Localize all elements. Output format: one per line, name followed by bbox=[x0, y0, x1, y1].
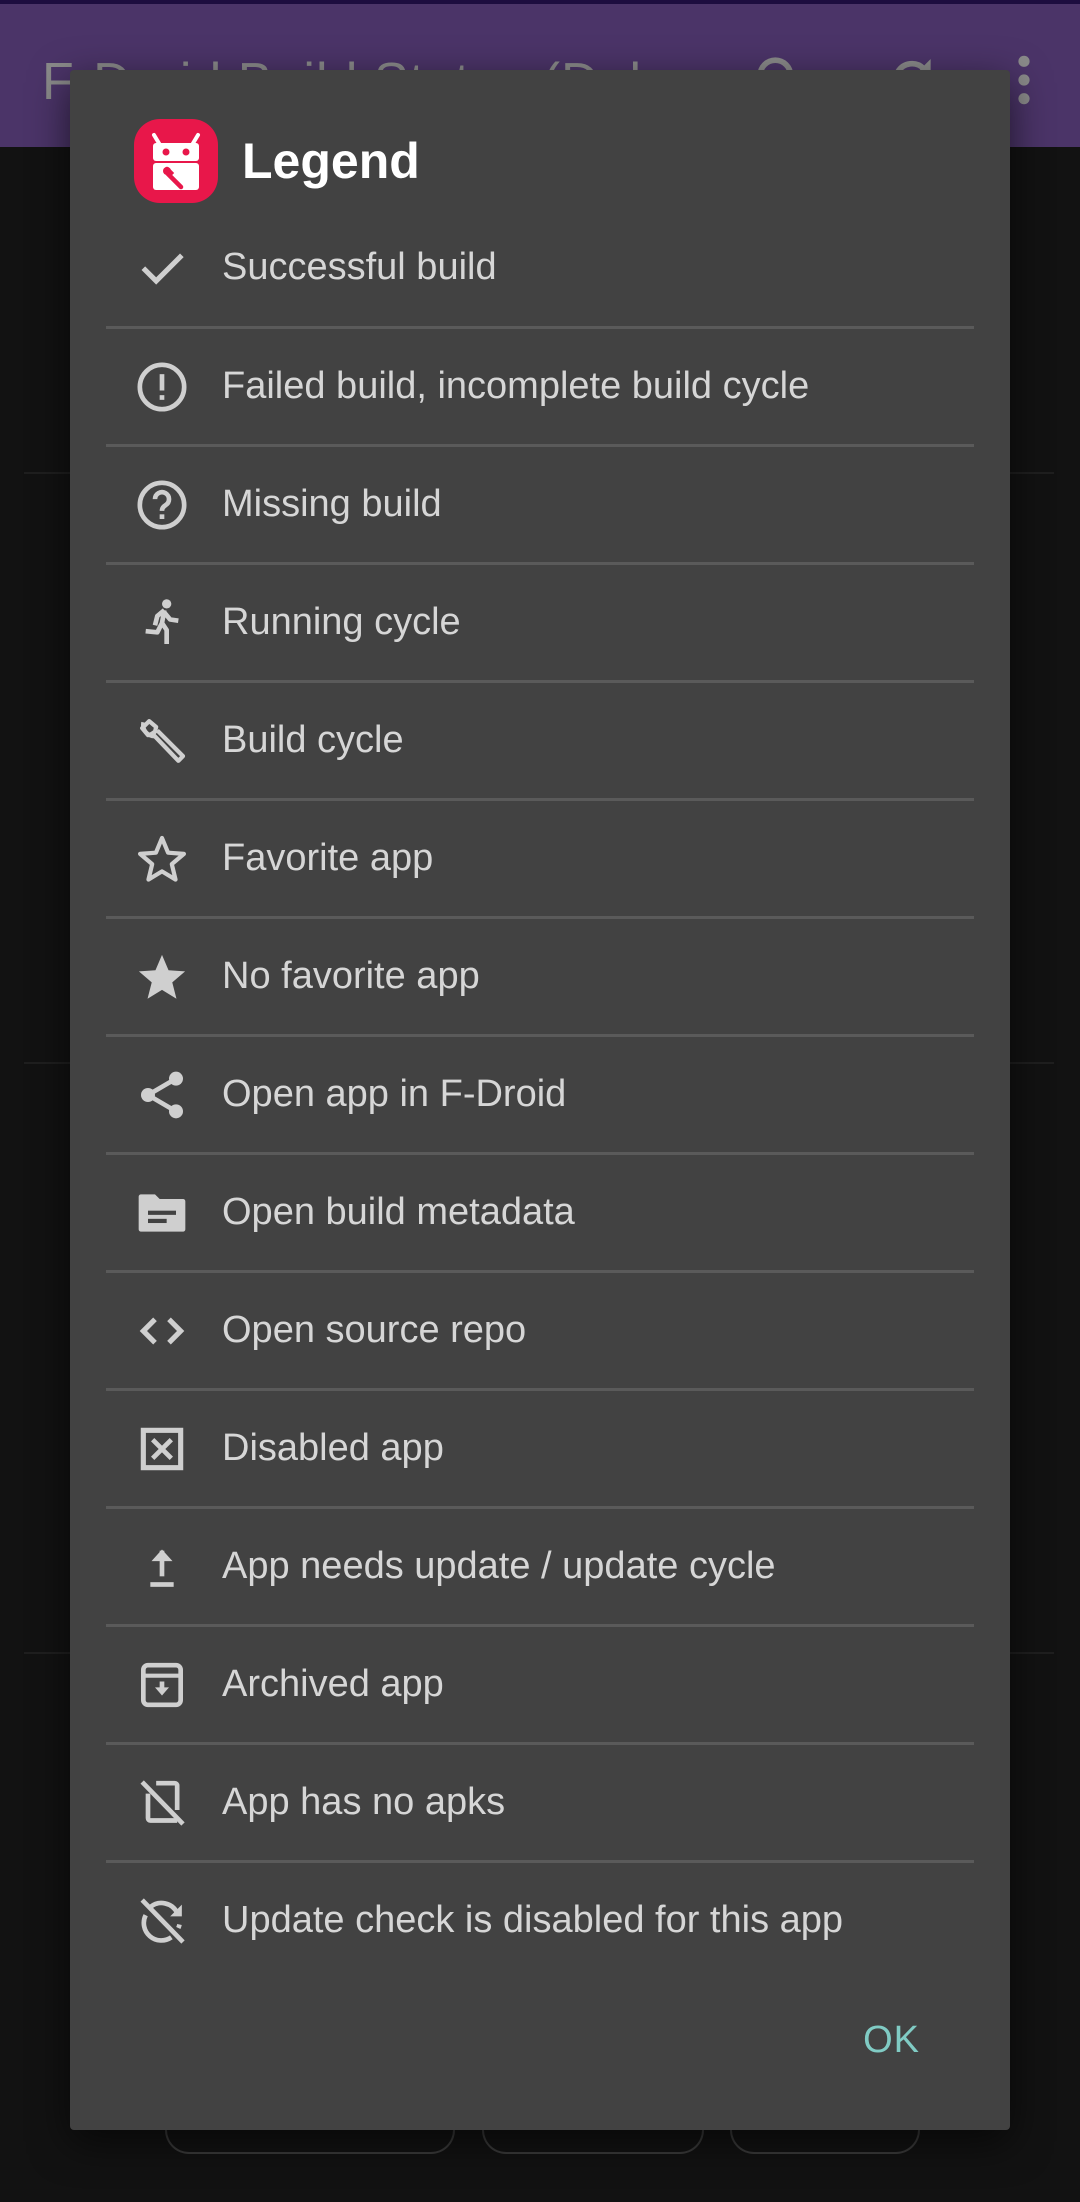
legend-item: Update check is disabled for this app bbox=[106, 1860, 974, 1978]
star-outline-icon bbox=[134, 831, 190, 887]
legend-label: Open source repo bbox=[222, 1309, 527, 1351]
no-apk-icon bbox=[134, 1775, 190, 1831]
legend-dialog: Legend Successful build Failed build, in… bbox=[70, 70, 1010, 2130]
dialog-title: Legend bbox=[242, 133, 420, 189]
legend-label: Favorite app bbox=[222, 837, 434, 879]
dialog-header: Legend bbox=[134, 116, 420, 206]
legend-item: Failed build, incomplete build cycle bbox=[106, 326, 974, 444]
legend-item: Successful build bbox=[106, 208, 974, 326]
check-icon bbox=[134, 239, 190, 295]
legend-item: Disabled app bbox=[106, 1388, 974, 1506]
fdroid-build-logo-icon bbox=[134, 119, 218, 203]
help-circle-icon bbox=[134, 477, 190, 533]
legend-item: Build cycle bbox=[106, 680, 974, 798]
legend-item: Missing build bbox=[106, 444, 974, 562]
legend-label: Running cycle bbox=[222, 601, 461, 643]
wrench-icon bbox=[134, 713, 190, 769]
folder-icon bbox=[134, 1185, 190, 1241]
legend-item: App needs update / update cycle bbox=[106, 1506, 974, 1624]
sync-disabled-icon bbox=[134, 1893, 190, 1949]
legend-label: Disabled app bbox=[222, 1427, 444, 1469]
legend-label: Successful build bbox=[222, 245, 497, 288]
legend-label: Update check is disabled for this app bbox=[222, 1899, 844, 1941]
legend-item: Favorite app bbox=[106, 798, 974, 916]
star-filled-icon bbox=[134, 949, 190, 1005]
legend-item: Open source repo bbox=[106, 1270, 974, 1388]
legend-label: No favorite app bbox=[222, 955, 480, 997]
archive-icon bbox=[134, 1657, 190, 1713]
legend-label: Archived app bbox=[222, 1663, 444, 1705]
code-icon bbox=[134, 1303, 190, 1359]
legend-label: App has no apks bbox=[222, 1781, 506, 1823]
running-icon bbox=[134, 595, 190, 651]
legend-item: Archived app bbox=[106, 1624, 974, 1742]
error-circle-icon bbox=[134, 359, 190, 415]
legend-item: Running cycle bbox=[106, 562, 974, 680]
share-icon bbox=[134, 1067, 190, 1123]
legend-label: App needs update / update cycle bbox=[222, 1545, 776, 1587]
legend-label: Open app in F-Droid bbox=[222, 1073, 567, 1115]
legend-item: Open build metadata bbox=[106, 1152, 974, 1270]
ok-button[interactable]: OK bbox=[859, 2009, 924, 2072]
legend-label: Failed build, incomplete build cycle bbox=[222, 365, 810, 407]
legend-list: Successful build Failed build, incomplet… bbox=[106, 246, 974, 1978]
legend-item: App has no apks bbox=[106, 1742, 974, 1860]
legend-item: No favorite app bbox=[106, 916, 974, 1034]
upload-icon bbox=[134, 1539, 190, 1595]
legend-label: Open build metadata bbox=[222, 1191, 575, 1233]
legend-label: Missing build bbox=[222, 483, 442, 525]
legend-item: Open app in F-Droid bbox=[106, 1034, 974, 1152]
disabled-box-icon bbox=[134, 1421, 190, 1477]
app-root: F-Droid Build Status (Deb bbox=[0, 0, 1080, 2202]
legend-label: Build cycle bbox=[222, 719, 404, 761]
